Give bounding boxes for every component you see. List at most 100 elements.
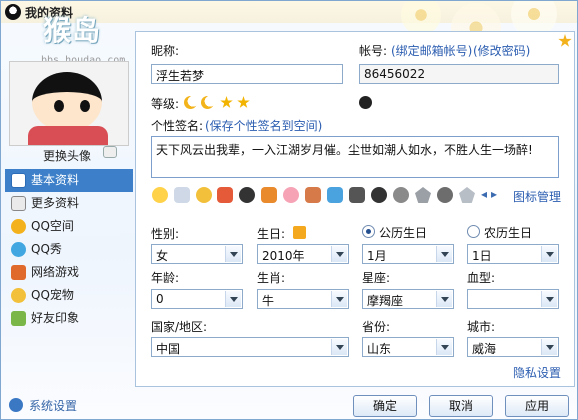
chevron-down-icon bbox=[541, 291, 557, 307]
sidebar-item-qq-show[interactable]: QQ秀 bbox=[5, 238, 133, 261]
province-select[interactable]: 山东 bbox=[362, 337, 454, 357]
profile-card-icon bbox=[11, 173, 26, 188]
camera-icon[interactable] bbox=[103, 146, 117, 158]
qq-icon[interactable] bbox=[152, 187, 168, 203]
constellation-select[interactable]: 摩羯座 bbox=[362, 289, 454, 309]
level-label: 等级: bbox=[151, 97, 180, 111]
star-icon bbox=[558, 34, 572, 47]
chevron-down-icon bbox=[225, 291, 241, 307]
badge-icon[interactable] bbox=[393, 187, 409, 203]
avatar[interactable] bbox=[9, 61, 129, 146]
signature-label: 个性签名: bbox=[151, 119, 204, 133]
game-icon bbox=[11, 265, 26, 280]
zodiac-select[interactable]: 牛 bbox=[257, 289, 349, 309]
blood-type-select[interactable] bbox=[467, 289, 559, 309]
nickname-field[interactable]: 浮生若梦 bbox=[151, 64, 343, 84]
constellation-label: 星座: bbox=[362, 271, 391, 285]
ok-button[interactable]: 确定 bbox=[353, 395, 417, 417]
home-icon[interactable] bbox=[217, 187, 233, 203]
sidebar-item-label: QQ秀 bbox=[31, 242, 62, 256]
sidebar-item-label: 基本资料 bbox=[31, 173, 80, 187]
mail-icon[interactable] bbox=[174, 187, 190, 203]
penguin-icon bbox=[359, 96, 372, 109]
cancel-button[interactable]: 取消 bbox=[429, 395, 493, 417]
sidebar-item-label: 更多资料 bbox=[31, 196, 80, 210]
cake-icon bbox=[293, 226, 306, 239]
solar-birthday-label: 公历生日 bbox=[379, 226, 428, 240]
more-info-icon bbox=[11, 196, 26, 211]
gender-label: 性别: bbox=[151, 227, 180, 241]
shield-icon[interactable] bbox=[437, 187, 453, 203]
gear-icon bbox=[9, 398, 23, 412]
qq-show-icon bbox=[11, 242, 26, 257]
qq-penguin-icon bbox=[5, 4, 21, 20]
pet-icon bbox=[11, 288, 26, 303]
age-label: 年龄: bbox=[151, 271, 180, 285]
city-select[interactable]: 威海 bbox=[467, 337, 559, 357]
logo-text: 猴岛 bbox=[43, 14, 102, 47]
sidebar-item-label: QQ宠物 bbox=[31, 288, 74, 302]
sidebar-item-label: 网络游戏 bbox=[31, 265, 80, 279]
gender-select[interactable]: 女 bbox=[151, 244, 243, 264]
birth-month-select[interactable]: 1月 bbox=[362, 244, 454, 264]
signature-field[interactable]: 天下风云出我辈，一入江湖岁月催。尘世如潮人如水，不胜人生一场醉! bbox=[151, 136, 559, 178]
glasses-icon[interactable] bbox=[349, 187, 365, 203]
chevron-down-icon bbox=[331, 246, 347, 262]
sidebar: 基本资料 更多资料 QQ空间 QQ秀 网络游戏 QQ宠物 好友印象 bbox=[5, 169, 133, 330]
phone-icon[interactable] bbox=[327, 187, 343, 203]
chevron-down-icon bbox=[331, 291, 347, 307]
lunar-birthday-label: 农历生日 bbox=[484, 226, 533, 240]
sidebar-item-online-games[interactable]: 网络游戏 bbox=[5, 261, 133, 284]
bind-email-link[interactable]: (绑定邮箱帐号) bbox=[391, 42, 472, 59]
birth-year-select[interactable]: 2010年 bbox=[257, 244, 349, 264]
moon-icon bbox=[184, 96, 197, 109]
change-password-link[interactable]: (修改密码) bbox=[473, 42, 530, 59]
province-label: 省份: bbox=[362, 320, 391, 334]
moon-icon bbox=[201, 96, 214, 109]
chevron-down-icon bbox=[436, 291, 452, 307]
privacy-settings-link[interactable]: 隐私设置 bbox=[513, 364, 561, 381]
country-select[interactable]: 中国 bbox=[151, 337, 349, 357]
account-label: 帐号: bbox=[359, 44, 388, 58]
sidebar-item-basic-info[interactable]: 基本资料 bbox=[5, 169, 133, 192]
chevron-down-icon bbox=[225, 246, 241, 262]
sidebar-item-label: QQ空间 bbox=[31, 219, 74, 233]
profile-window: 我的资料 猴岛 bbs.houdao.com 更换头像 基本资料 更多资料 QQ… bbox=[0, 0, 578, 420]
game-icon[interactable] bbox=[305, 187, 321, 203]
impression-icon bbox=[11, 311, 26, 326]
show-icon[interactable] bbox=[283, 187, 299, 203]
arrow-right-icon[interactable]: ▸ bbox=[491, 187, 497, 201]
save-signature-link[interactable]: (保存个性签名到空间) bbox=[205, 117, 322, 134]
lunar-birthday-radio[interactable] bbox=[467, 225, 480, 238]
zodiac-label: 生肖: bbox=[257, 271, 286, 285]
chevron-down-icon bbox=[436, 339, 452, 355]
apply-button[interactable]: 应用 bbox=[505, 395, 569, 417]
chevron-down-icon bbox=[436, 246, 452, 262]
birth-day-select[interactable]: 1日 bbox=[467, 244, 559, 264]
qzone-icon bbox=[11, 219, 26, 234]
sidebar-item-qq-pet[interactable]: QQ宠物 bbox=[5, 284, 133, 307]
music-icon[interactable] bbox=[261, 187, 277, 203]
age-select[interactable]: 0 bbox=[151, 289, 243, 309]
country-label: 国家/地区: bbox=[151, 320, 208, 334]
penguin-icon[interactable] bbox=[371, 187, 387, 203]
chevron-down-icon bbox=[331, 339, 347, 355]
arrow-left-icon[interactable]: ◂ bbox=[481, 187, 487, 201]
system-settings-link[interactable]: 系统设置 bbox=[9, 397, 77, 414]
birthday-label: 生日: bbox=[257, 227, 286, 241]
icon-manage-link[interactable]: 图标管理 bbox=[513, 188, 561, 205]
penguin-icon[interactable] bbox=[239, 187, 255, 203]
city-label: 城市: bbox=[467, 320, 496, 334]
blood-type-label: 血型: bbox=[467, 271, 496, 285]
sidebar-item-label: 好友印象 bbox=[31, 311, 80, 325]
sidebar-item-qzone[interactable]: QQ空间 bbox=[5, 215, 133, 238]
chevron-down-icon bbox=[541, 339, 557, 355]
nickname-label: 昵称: bbox=[151, 44, 180, 58]
sidebar-item-friend-impression[interactable]: 好友印象 bbox=[5, 307, 133, 330]
chevron-down-icon bbox=[541, 246, 557, 262]
solar-birthday-radio[interactable] bbox=[362, 225, 375, 238]
change-avatar-link[interactable]: 更换头像 bbox=[43, 147, 91, 164]
sidebar-item-more-info[interactable]: 更多资料 bbox=[5, 192, 133, 215]
account-field: 86456022 bbox=[359, 64, 559, 84]
pet-icon[interactable] bbox=[196, 187, 212, 203]
